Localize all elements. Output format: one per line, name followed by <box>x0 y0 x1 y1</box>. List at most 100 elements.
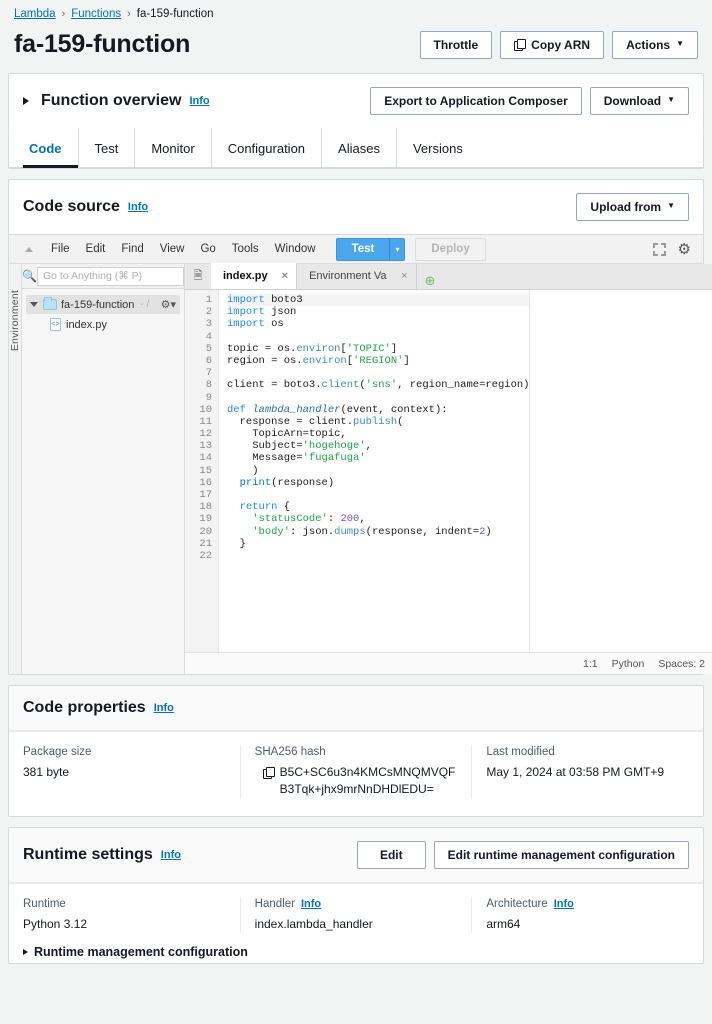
editor-test-button[interactable]: Test <box>336 238 390 261</box>
runtime-settings-title-group: Runtime settings Info <box>23 846 181 864</box>
runtime-value: Python 3.12 <box>23 916 226 933</box>
menu-tools[interactable]: Tools <box>224 239 267 259</box>
tab-aliases-label: Aliases <box>338 141 380 156</box>
runtime-settings-grid: Runtime Python 3.12 Handler Info index.l… <box>9 883 703 943</box>
menu-find[interactable]: Find <box>113 239 151 259</box>
runtime-settings-panel: Runtime settings Info Edit Edit runtime … <box>8 827 704 964</box>
info-link[interactable]: Info <box>301 898 321 910</box>
editor-deploy-button[interactable]: Deploy <box>415 238 485 261</box>
add-tab-icon[interactable]: ⊕ <box>417 273 444 289</box>
upload-from-button[interactable]: Upload from ▼ <box>576 193 689 221</box>
file-tree: fa-159-function - / ⚙▾ <> index.py <box>22 289 184 674</box>
environment-rail[interactable]: Environment <box>9 264 22 674</box>
breadcrumb-item-lambda[interactable]: Lambda <box>14 8 56 20</box>
copy-icon[interactable] <box>263 767 274 778</box>
indent-setting[interactable]: Spaces: 2 <box>658 658 705 670</box>
tab-code-label: Code <box>29 141 62 156</box>
collapse-triangle-icon[interactable] <box>25 247 33 252</box>
function-overview-title-group[interactable]: Function overview Info <box>23 92 210 110</box>
function-overview-title: Function overview <box>41 92 181 110</box>
code-content[interactable]: import boto3import jsonimport os topic =… <box>219 290 529 652</box>
edit-runtime-button[interactable]: Edit <box>357 841 426 869</box>
tab-aliases[interactable]: Aliases <box>322 128 397 167</box>
folder-icon <box>43 299 57 310</box>
edit-runtime-management-configuration-button[interactable]: Edit runtime management configuration <box>434 841 689 869</box>
chevron-down-icon[interactable] <box>30 302 38 307</box>
editor-status-bar: 1:1 Python Spaces: 2 ⚙ <box>185 652 712 674</box>
goto-anything-input[interactable] <box>37 267 184 286</box>
download-button[interactable]: Download ▼ <box>590 87 689 115</box>
breadcrumb-separator: › <box>127 8 131 20</box>
function-overview-header: Function overview Info Export to Applica… <box>9 74 703 128</box>
editor-tab-index-py[interactable]: index.py × <box>211 263 297 289</box>
code-area[interactable]: 12345678910111213141516171819202122 impo… <box>185 290 712 652</box>
line-number-gutter: 12345678910111213141516171819202122 <box>185 290 219 652</box>
code-source-title-group: Code source Info <box>23 198 148 216</box>
code-file-icon: <> <box>50 318 61 331</box>
search-icon[interactable]: 🔍 <box>22 269 37 283</box>
goto-anything-row: 🔍 <box>22 264 184 289</box>
actions-dropdown-button[interactable]: Actions ▼ <box>612 31 698 59</box>
breadcrumb-item-current: fa-159-function <box>137 8 214 20</box>
package-size-label: Package size <box>23 746 226 758</box>
info-link[interactable]: Info <box>189 95 209 107</box>
export-to-application-composer-button[interactable]: Export to Application Composer <box>370 87 582 115</box>
editor-panel-icon[interactable]: 🗎 <box>185 263 211 289</box>
file-tree-item-index-py[interactable]: <> index.py <box>26 314 180 333</box>
tab-monitor[interactable]: Monitor <box>135 128 211 167</box>
editor-test-dropdown[interactable]: ▾ <box>389 238 405 261</box>
close-icon[interactable]: × <box>401 270 407 282</box>
info-link[interactable]: Info <box>128 201 148 213</box>
expand-triangle-icon <box>23 949 28 955</box>
tab-code[interactable]: Code <box>23 128 79 167</box>
edit-label: Edit <box>380 847 403 863</box>
gear-icon[interactable]: ⚙▾ <box>161 298 176 311</box>
breadcrumb-item-functions[interactable]: Functions <box>71 8 121 20</box>
tab-test[interactable]: Test <box>79 128 136 167</box>
expand-triangle-icon[interactable] <box>23 97 29 105</box>
handler-column: Handler Info index.lambda_handler <box>241 898 473 933</box>
code-editor: File Edit Find View Go Tools Window Test… <box>9 234 703 674</box>
runtime-management-configuration-label: Runtime management configuration <box>34 945 248 959</box>
menu-go[interactable]: Go <box>192 239 223 259</box>
function-overview-actions: Export to Application Composer Download … <box>370 87 689 115</box>
menu-window[interactable]: Window <box>267 239 324 259</box>
tabs-panel: Code Test Monitor Configuration Aliases … <box>8 128 704 169</box>
file-tree-root[interactable]: fa-159-function - / ⚙▾ <box>26 295 180 314</box>
info-link[interactable]: Info <box>554 898 574 910</box>
tab-configuration[interactable]: Configuration <box>212 128 322 167</box>
editor-tab-environment-variables[interactable]: Environment Vari × <box>297 263 416 289</box>
chevron-down-icon: ▼ <box>676 36 684 52</box>
throttle-button[interactable]: Throttle <box>420 31 493 59</box>
breadcrumb: Lambda › Functions › fa-159-function <box>0 0 712 24</box>
sha256-label: SHA256 hash <box>255 746 458 758</box>
language-mode[interactable]: Python <box>612 658 645 670</box>
editor-tab-bar: 🗎 index.py × Environment Vari × ⊕ <box>185 264 712 290</box>
copy-arn-button[interactable]: Copy ARN <box>500 31 604 59</box>
package-size-column: Package size 381 byte <box>9 746 241 798</box>
runtime-management-configuration-expander[interactable]: Runtime management configuration <box>9 943 703 963</box>
last-modified-column: Last modified May 1, 2024 at 03:58 PM GM… <box>472 746 703 798</box>
menu-view[interactable]: View <box>152 239 193 259</box>
last-modified-label: Last modified <box>486 746 689 758</box>
menu-file[interactable]: File <box>43 239 78 259</box>
menu-edit[interactable]: Edit <box>78 239 114 259</box>
architecture-value: arm64 <box>486 916 689 933</box>
chevron-down-icon: ▼ <box>667 92 675 108</box>
file-tree-root-path: - / <box>140 299 149 310</box>
file-tree-item-label: index.py <box>66 319 107 331</box>
environment-rail-label: Environment <box>9 290 21 351</box>
tab-versions[interactable]: Versions <box>397 128 479 167</box>
expand-fullscreen-icon[interactable] <box>653 243 666 256</box>
architecture-label: Architecture <box>486 898 547 910</box>
info-link[interactable]: Info <box>154 702 174 714</box>
page-actions: Throttle Copy ARN Actions ▼ <box>420 31 699 59</box>
package-size-value: 381 byte <box>23 764 226 781</box>
editor-menubar: File Edit Find View Go Tools Window Test… <box>9 235 703 264</box>
close-icon[interactable]: × <box>282 270 288 282</box>
tab-versions-label: Versions <box>413 141 463 156</box>
handler-value: index.lambda_handler <box>255 916 458 933</box>
tab-configuration-label: Configuration <box>228 141 305 156</box>
gear-icon[interactable]: ⚙ <box>678 242 691 257</box>
info-link[interactable]: Info <box>161 849 181 861</box>
